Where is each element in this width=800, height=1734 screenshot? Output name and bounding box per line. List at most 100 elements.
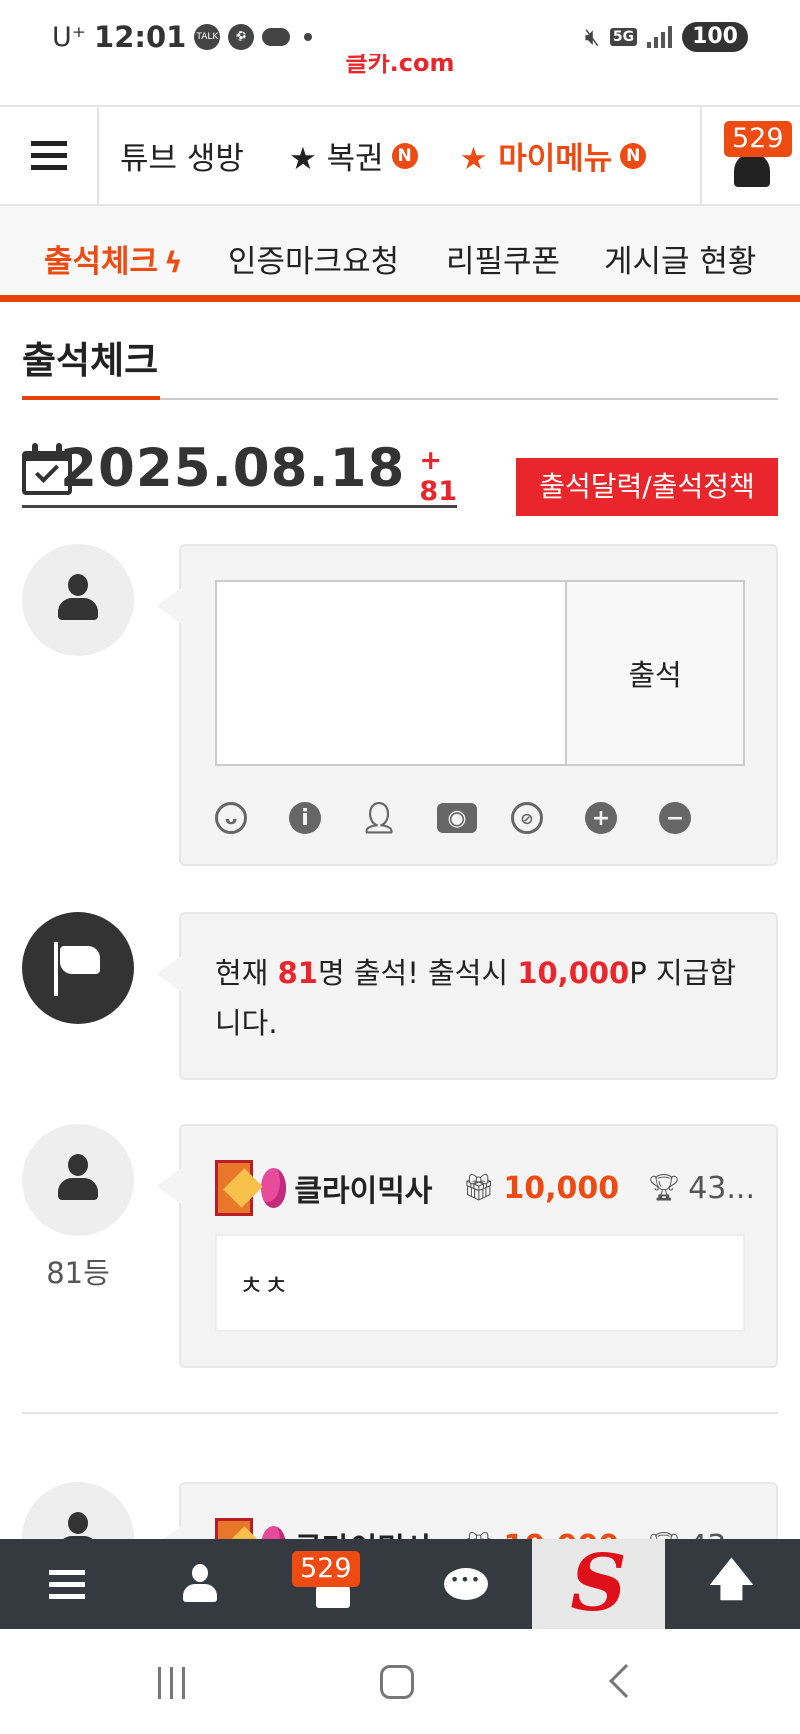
camera-icon: ◉ [437, 803, 477, 833]
reward-points: 10,000 [517, 956, 630, 990]
emoticon-button[interactable]: ᴗ [215, 798, 289, 838]
notice-message: 현재 81명 출석! 출석시 10,000P 지급합니다. [215, 948, 755, 1048]
notice-prefix: 현재 [215, 956, 278, 990]
nav-tube-live-label: 튜브 생방 [120, 141, 244, 177]
nav-my-menu-label: ★ 마이메뉴 [459, 141, 613, 177]
user-tag-button[interactable]: 👤︎ [359, 798, 437, 838]
entry-avatar [22, 1482, 134, 1539]
page-title: 출석체크 [22, 339, 159, 382]
menu-icon [48, 1569, 85, 1599]
collapse-button[interactable]: − [659, 798, 733, 838]
entry-avatar [22, 1124, 134, 1236]
attendance-count-delta: + 81 [419, 444, 457, 507]
entry-message: ㅊㅊ [215, 1234, 745, 1332]
battery-indicator: 100 [682, 22, 748, 52]
user-icon [58, 1512, 98, 1539]
level-icon [215, 1518, 253, 1539]
location-button[interactable]: ⊘ [511, 798, 585, 838]
trophy-icon: 🏆︎ [647, 1173, 681, 1203]
info-icon: i [289, 802, 321, 834]
photo-button[interactable]: ◉ [437, 798, 511, 838]
network-label: 5G [609, 28, 638, 46]
signal-icon [647, 26, 673, 48]
bottom-chat-button[interactable] [399, 1539, 532, 1629]
entry-trophy: 43... [688, 1170, 755, 1206]
compose-toolbar: ᴗ i 👤︎ ◉ ⊘ + − [215, 798, 733, 838]
clock: 12:01 [94, 20, 187, 54]
tab-cert-mark[interactable]: 인증마크요청 [228, 236, 399, 281]
bottom-menu-button[interactable] [0, 1539, 133, 1629]
notification-button[interactable]: 529 [700, 107, 800, 204]
entry-nickname[interactable]: 클라이믹사 [294, 1166, 432, 1210]
notice-avatar [22, 912, 134, 1024]
site-logo[interactable]: 클카.com [0, 54, 800, 76]
nav-lottery-label: ★ 복권 [288, 141, 384, 177]
bottom-profile-button[interactable] [133, 1539, 266, 1629]
home-icon[interactable] [380, 1665, 414, 1699]
sub-nav: 출석체크 ϟ 인증마크요청 리필쿠폰 게시글 현황 [0, 206, 800, 302]
entry-card: 클라이믹사 🎁︎ 10,000 🏆︎ 43... [157, 1482, 778, 1539]
lightning-icon: ϟ [164, 246, 183, 279]
top-nav: 튜브 생방 ★ 복권 N ★ 마이메뉴 N 529 [0, 105, 800, 206]
system-nav-bar [0, 1629, 800, 1734]
attendance-date: 2025.08.18 [60, 438, 406, 499]
tab-post-status[interactable]: 게시글 현황 [604, 236, 756, 281]
attendance-policy-button[interactable]: 출석달력/출석정책 [516, 458, 778, 516]
new-badge: N [391, 142, 418, 169]
chat-icon [443, 1568, 488, 1600]
s-logo-icon: S [570, 1538, 627, 1629]
dot-icon [304, 33, 313, 41]
bottom-logo-button[interactable]: S [532, 1539, 665, 1629]
smile-icon: ᴗ [215, 802, 247, 834]
gift-icon: 🎁︎ [462, 1531, 495, 1539]
back-icon[interactable] [609, 1664, 643, 1698]
expand-button[interactable]: + [585, 798, 659, 838]
trophy-icon: 🏆︎ [647, 1531, 680, 1539]
tab-refill-coupon[interactable]: 리필쿠폰 [446, 236, 560, 281]
notice-box: 현재 81명 출석! 출석시 10,000P 지급합니다. [157, 912, 778, 1080]
notice-middle: 명 출석! 출석시 [317, 956, 518, 990]
notification-count: 529 [724, 121, 792, 157]
comment-input[interactable] [217, 582, 567, 764]
new-badge: N [620, 142, 647, 169]
talk-icon: TALK [194, 24, 221, 50]
user-icon: 👤︎ [359, 800, 399, 836]
entry-list-overflow: 클라이믹사 🎁︎ 10,000 🏆︎ 43... [0, 1470, 800, 1539]
date-header: 2025.08.18 + 81 [22, 432, 457, 508]
compose-box: 출석 ᴗ i 👤︎ ◉ ⊘ + − [157, 544, 778, 866]
bottom-app-bar: 529 S 🡅 [0, 1539, 800, 1629]
bell-icon [734, 153, 770, 187]
nav-lottery[interactable]: ★ 복권 N [289, 133, 418, 178]
menu-icon[interactable] [0, 107, 99, 204]
scroll-top-button[interactable]: 🡅 [665, 1539, 798, 1629]
nav-tube-live[interactable]: 튜브 생방 [120, 133, 244, 178]
arrow-up-icon: 🡅 [708, 1553, 755, 1605]
entry-points: 10,000 [503, 1170, 620, 1206]
title-accent [22, 396, 160, 400]
nav-my-menu[interactable]: ★ 마이메뉴 N [460, 133, 647, 178]
attendee-count: 81 [277, 956, 318, 990]
user-icon [58, 1154, 98, 1206]
entry-rank: 81등 [46, 1256, 110, 1290]
cloud-icon [262, 28, 291, 46]
tab-attendance[interactable]: 출석체크 ϟ [44, 236, 183, 281]
attend-submit-button[interactable]: 출석 [567, 582, 743, 764]
entry-card: 클라이믹사 🎁︎ 10,000 🏆︎ 43... ㅊㅊ [157, 1124, 778, 1368]
minus-icon: − [659, 802, 691, 834]
level-icon [215, 1160, 253, 1216]
user-icon [58, 574, 98, 626]
calendar-check-icon [22, 442, 72, 497]
entry-divider [22, 1412, 778, 1414]
gem-icon [260, 1526, 287, 1539]
tab-attendance-label: 출석체크 [44, 244, 159, 280]
notification-count: 529 [292, 1551, 360, 1587]
avatar [22, 544, 134, 656]
user-icon [182, 1564, 217, 1604]
entry-nickname[interactable]: 클라이믹사 [294, 1524, 432, 1539]
flag-icon [54, 942, 104, 996]
info-button[interactable]: i [289, 798, 363, 838]
recent-apps-icon[interactable] [158, 1667, 185, 1699]
gift-icon: 🎁︎ [462, 1173, 496, 1203]
soccer-icon: ⚽ [228, 24, 255, 50]
bottom-notification-button[interactable]: 529 [266, 1539, 399, 1629]
